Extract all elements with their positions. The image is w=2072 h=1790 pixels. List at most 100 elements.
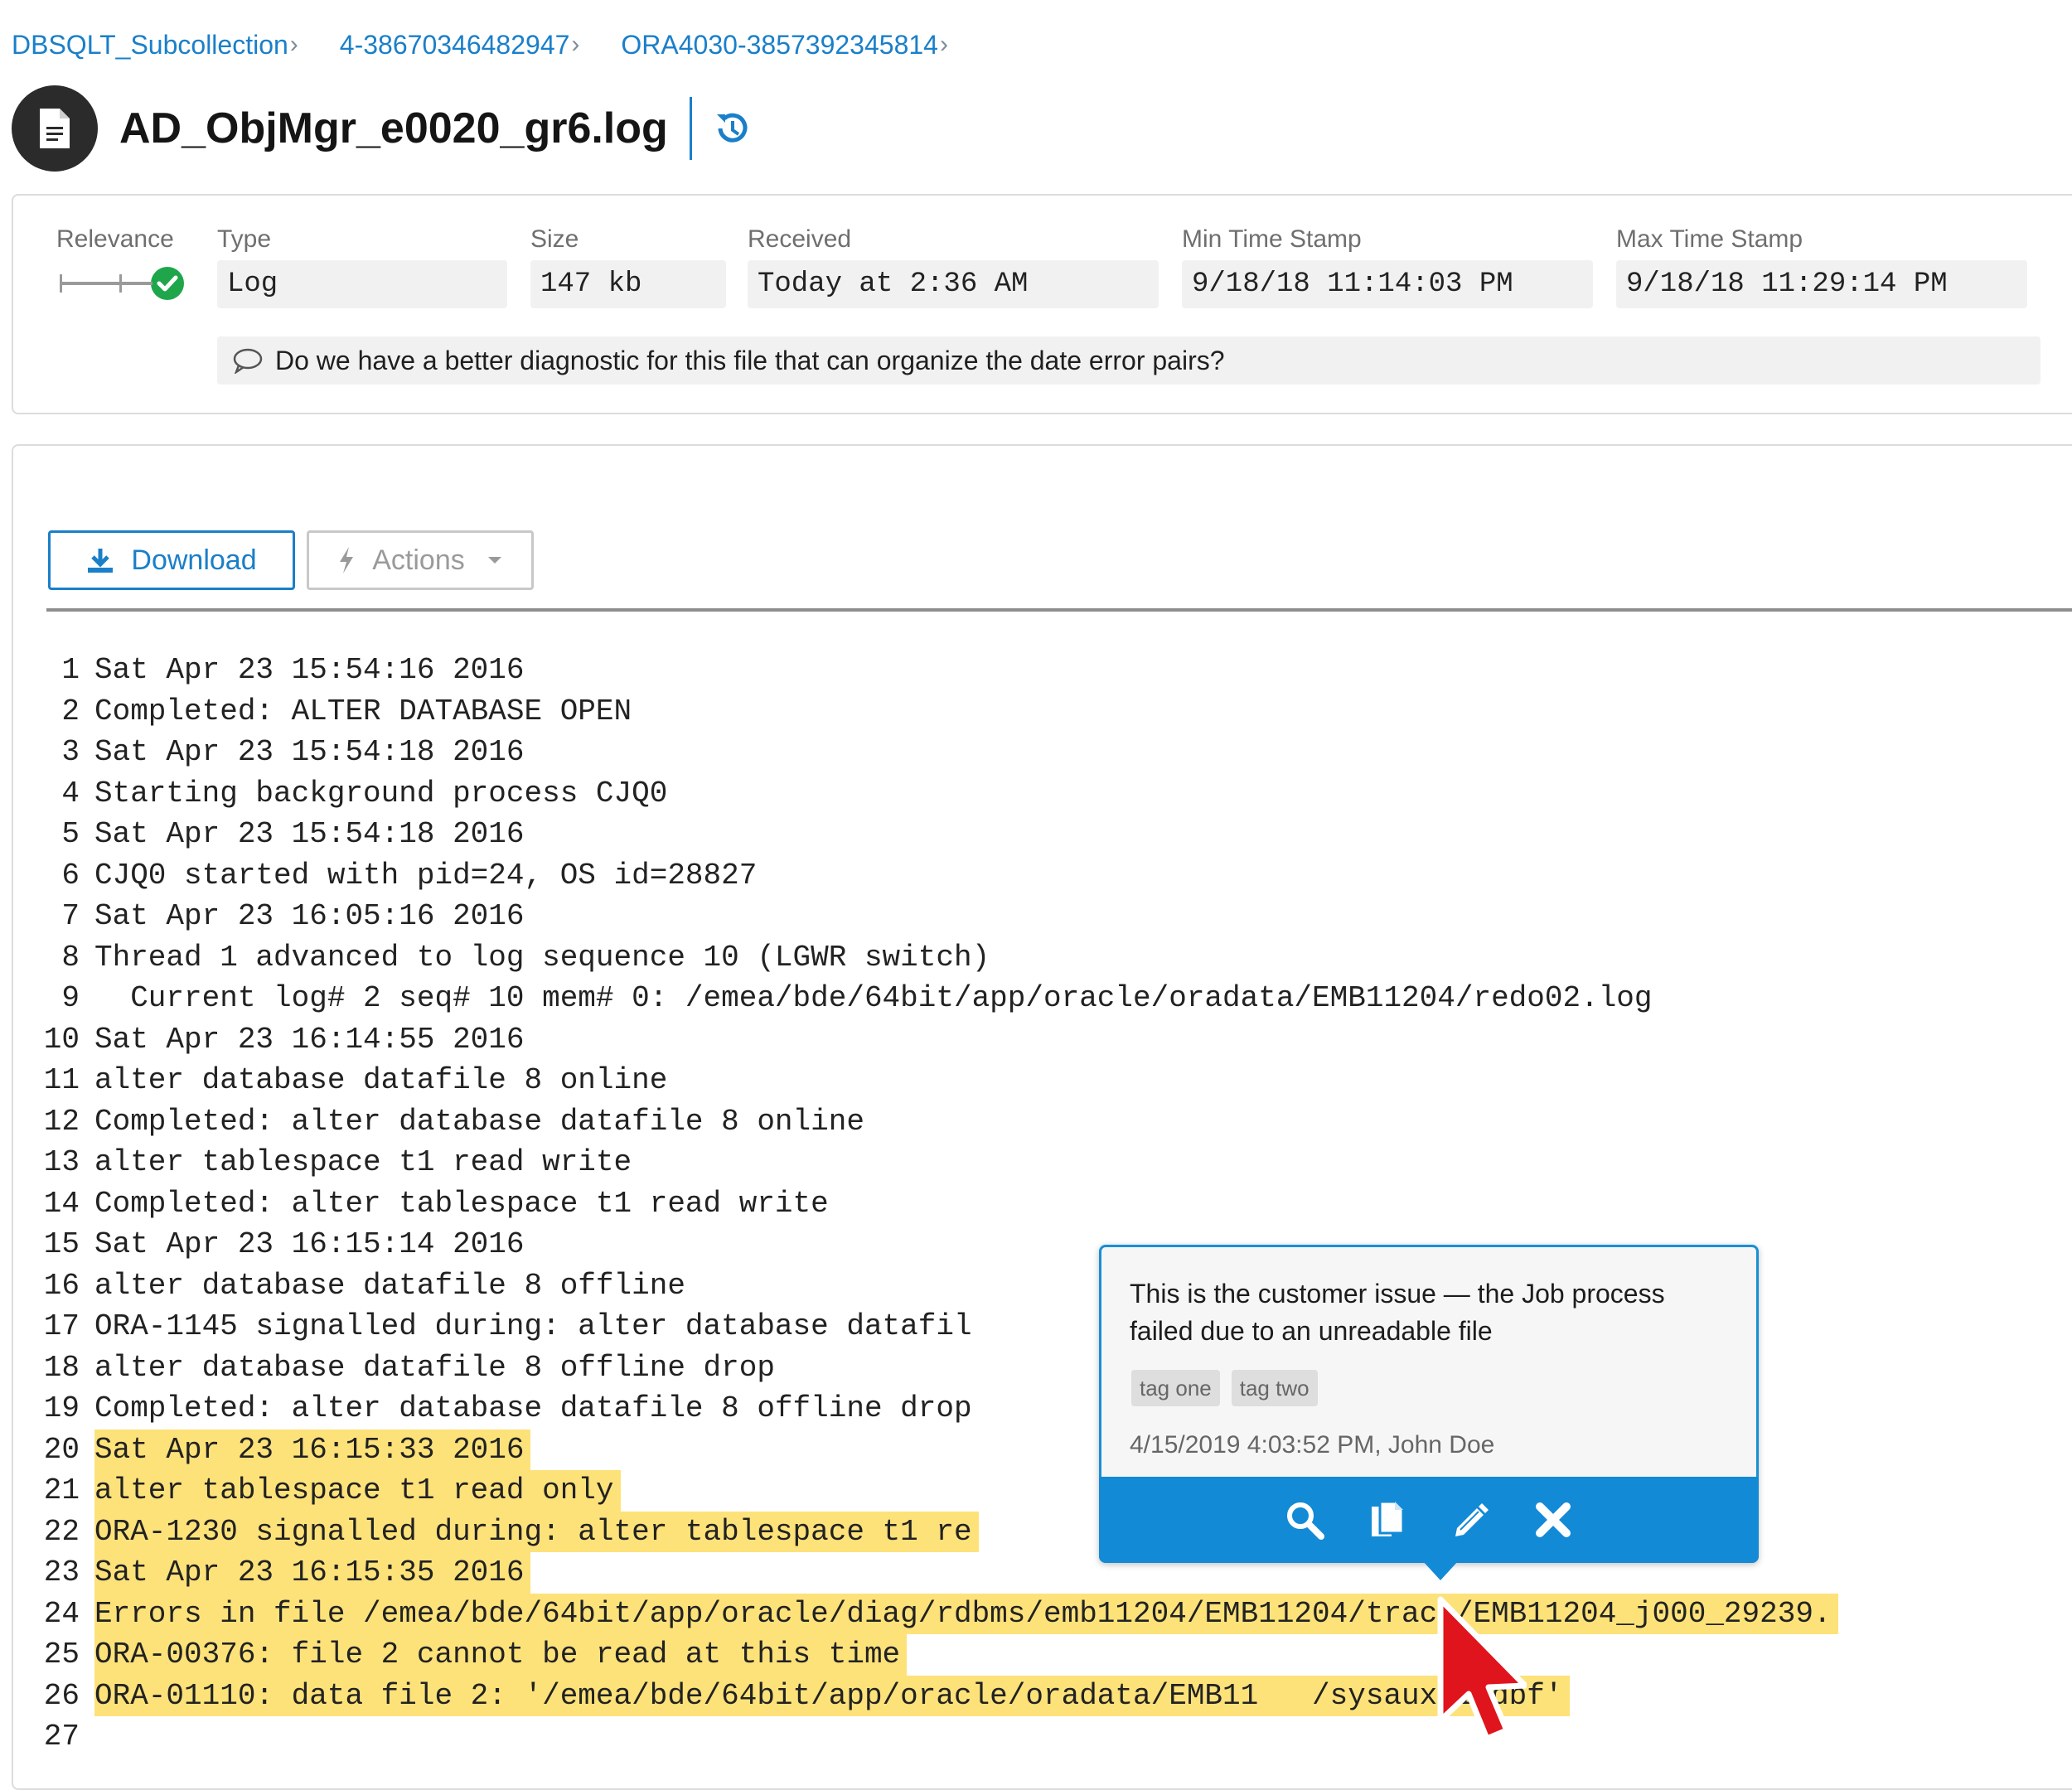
log-line-text: Completed: alter database datafile 8 onl… <box>94 1104 864 1139</box>
slider-tick <box>119 274 122 293</box>
log-line[interactable]: 27 <box>13 1716 2072 1758</box>
breadcrumb: DBSQLT_Subcollection › 4-38670346482947 › … <box>12 28 990 61</box>
line-number: 21 <box>43 1473 80 1507</box>
log-line-text: Sat Apr 23 16:14:55 2016 <box>94 1022 525 1057</box>
annotation-meta: 4/15/2019 4:03:52 PM, John Doe <box>1130 1431 1495 1459</box>
log-line[interactable]: 11 alter database datafile 8 online <box>13 1060 2072 1101</box>
file-header: AD_ObjMgr_e0020_gr6.log <box>12 85 755 172</box>
line-number: 1 <box>61 653 80 687</box>
log-line[interactable]: 1 Sat Apr 23 15:54:16 2016 <box>13 650 2072 691</box>
log-content[interactable]: 1 Sat Apr 23 15:54:16 2016 2 Completed: ALT… <box>13 650 2072 1758</box>
log-line[interactable]: 24 Errors in file /emea/bde/64bit/app/ora… <box>13 1593 2072 1634</box>
log-line-text: ORA-00376: file 2 cannot be read at this… <box>94 1634 908 1676</box>
log-line[interactable]: 22 ORA-1230 signalled during: alter table… <box>13 1511 2072 1552</box>
edit-icon[interactable] <box>1429 1487 1512 1553</box>
comment-icon <box>232 347 264 374</box>
line-number: 25 <box>43 1638 80 1671</box>
relevance-slider[interactable] <box>60 262 186 305</box>
min-timestamp-label: Min Time Stamp <box>1182 225 1362 253</box>
relevance-track[interactable] <box>60 274 152 293</box>
tag-badge[interactable]: tag one <box>1131 1370 1220 1406</box>
log-line[interactable]: 25 ORA-00376: file 2 cannot be read at th… <box>13 1634 2072 1676</box>
line-number: 23 <box>43 1555 80 1589</box>
log-line[interactable]: 18 alter database datafile 8 offline drop <box>13 1347 2072 1389</box>
log-line[interactable]: 14 Completed: alter tablespace t1 read wr… <box>13 1183 2072 1225</box>
line-number: 18 <box>43 1350 80 1385</box>
log-line[interactable]: 4 Starting background process CJQ0 <box>13 773 2072 815</box>
log-line[interactable]: 17 ORA-1145 signalled during: alter datab… <box>13 1306 2072 1347</box>
document-icon <box>12 85 98 172</box>
log-line[interactable]: 10 Sat Apr 23 16:14:55 2016 <box>13 1019 2072 1061</box>
log-line-text: alter database datafile 8 offline <box>94 1268 685 1303</box>
popover-pointer <box>1422 1560 1459 1580</box>
line-number: 2 <box>61 694 80 728</box>
breadcrumb-item-error[interactable]: ORA4030-3857392345814 › <box>621 30 990 60</box>
type-label: Type <box>217 225 272 253</box>
log-line[interactable]: 13 alter tablespace t1 read write <box>13 1142 2072 1183</box>
line-number: 6 <box>61 858 80 893</box>
log-line[interactable]: 19 Completed: alter database datafile 8 o… <box>13 1388 2072 1430</box>
line-number: 8 <box>61 940 80 975</box>
lightning-icon <box>337 546 356 574</box>
log-line-text: Sat Apr 23 15:54:18 2016 <box>94 817 525 851</box>
log-line-text: Current log# 2 seq# 10 mem# 0: /emea/bde… <box>94 981 1653 1015</box>
file-comment[interactable]: Do we have a better diagnostic for this … <box>217 336 2041 385</box>
slider-tick <box>60 274 62 293</box>
log-line[interactable]: 5 Sat Apr 23 15:54:18 2016 <box>13 814 2072 855</box>
check-icon <box>149 265 186 302</box>
log-line[interactable]: 9 Current log# 2 seq# 10 mem# 0: /emea/b… <box>13 978 2072 1019</box>
line-number: 9 <box>61 981 80 1015</box>
breadcrumb-item-subcollection[interactable]: DBSQLT_Subcollection › <box>12 30 340 60</box>
log-line-text: Sat Apr 23 16:15:14 2016 <box>94 1227 525 1261</box>
log-line[interactable]: 21 alter tablespace t1 read only <box>13 1470 2072 1512</box>
log-line-text: ORA-01110: data file 2: '/emea/bde/64bit… <box>94 1675 1570 1716</box>
actions-dropdown[interactable]: Actions <box>307 530 534 590</box>
log-line-text: alter tablespace t1 read write <box>94 1145 632 1179</box>
mouse-cursor-icon <box>1435 1596 1528 1766</box>
relevance-label: Relevance <box>56 225 174 253</box>
log-line[interactable]: 7 Sat Apr 23 16:05:16 2016 <box>13 896 2072 937</box>
breadcrumb-item-case[interactable]: 4-38670346482947 › <box>340 30 622 60</box>
log-line[interactable]: 8 Thread 1 advanced to log sequence 10 (L… <box>13 937 2072 979</box>
log-line[interactable]: 15 Sat Apr 23 16:15:14 2016 <box>13 1224 2072 1265</box>
log-line[interactable]: 2 Completed: ALTER DATABASE OPEN <box>13 691 2072 733</box>
breadcrumb-label[interactable]: 4-38670346482947 <box>340 30 570 60</box>
page-title: AD_ObjMgr_e0020_gr6.log <box>119 104 668 152</box>
line-number: 14 <box>43 1186 80 1221</box>
log-line-text: Sat Apr 23 16:15:33 2016 <box>94 1429 531 1470</box>
tag-badge[interactable]: tag two <box>1231 1370 1318 1406</box>
search-icon[interactable] <box>1263 1487 1346 1553</box>
line-number: 4 <box>61 776 80 810</box>
log-line-text: Sat Apr 23 16:15:35 2016 <box>94 1552 531 1594</box>
copy-icon[interactable] <box>1346 1487 1429 1553</box>
log-line-text: Completed: alter database datafile 8 off… <box>94 1391 972 1425</box>
chevron-right-icon: › <box>939 31 948 58</box>
line-number: 17 <box>43 1309 80 1343</box>
size-field: 147 kb <box>530 260 726 308</box>
line-number: 16 <box>43 1268 80 1303</box>
log-line-text <box>94 1716 101 1758</box>
log-line[interactable]: 23 Sat Apr 23 16:15:35 2016 <box>13 1552 2072 1594</box>
download-button[interactable]: Download <box>48 530 295 590</box>
download-icon <box>86 547 114 573</box>
log-line[interactable]: 16 alter database datafile 8 offline <box>13 1265 2072 1307</box>
log-line-text: alter tablespace t1 read only <box>94 1470 621 1512</box>
line-number: 27 <box>43 1720 80 1754</box>
breadcrumb-label[interactable]: DBSQLT_Subcollection <box>12 30 288 60</box>
log-line-text: Completed: alter tablespace t1 read writ… <box>94 1186 829 1221</box>
line-number: 12 <box>43 1104 80 1139</box>
close-icon[interactable] <box>1512 1487 1595 1553</box>
log-line[interactable]: 6 CJQ0 started with pid=24, OS id=28827 <box>13 855 2072 897</box>
log-line[interactable]: 20 Sat Apr 23 16:15:33 2016 <box>13 1429 2072 1470</box>
log-line[interactable]: 3 Sat Apr 23 15:54:18 2016 <box>13 732 2072 773</box>
log-line-text: alter database datafile 8 offline drop <box>94 1350 775 1385</box>
breadcrumb-label[interactable]: ORA4030-3857392345814 <box>621 30 938 60</box>
log-line-text: CJQ0 started with pid=24, OS id=28827 <box>94 858 758 893</box>
log-line[interactable]: 26 ORA-01110: data file 2: '/emea/bde/64b… <box>13 1675 2072 1716</box>
log-line[interactable]: 12 Completed: alter database datafile 8 o… <box>13 1101 2072 1143</box>
max-timestamp-field: 9/18/18 11:29:14 PM <box>1616 260 2027 308</box>
line-number: 3 <box>61 735 80 769</box>
log-line-text: Sat Apr 23 15:54:18 2016 <box>94 735 525 769</box>
history-icon[interactable] <box>710 106 755 151</box>
annotation-tags: tag one tag two <box>1131 1370 1329 1406</box>
